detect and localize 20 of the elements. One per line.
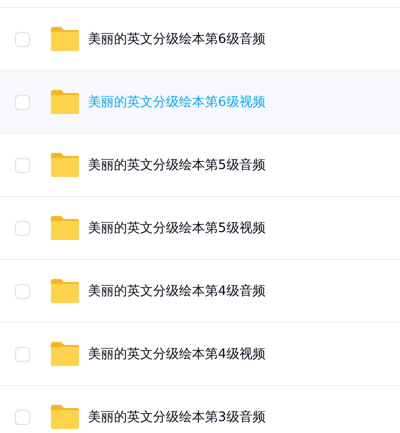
checkbox[interactable] <box>15 32 30 46</box>
folder-name[interactable]: 美丽的英文分级绘本第4级视频 <box>88 345 266 363</box>
folder-name[interactable]: 美丽的英文分级绘本第5级音频 <box>88 156 266 174</box>
folder-icon <box>50 26 80 52</box>
checkbox[interactable] <box>15 346 30 362</box>
folder-name[interactable]: 美丽的英文分级绘本第4级音频 <box>88 282 266 300</box>
folder-name[interactable]: 美丽的英文分级绘本第3级音频 <box>88 408 266 426</box>
folder-icon <box>50 404 80 430</box>
checkbox[interactable] <box>15 410 30 424</box>
checkbox[interactable] <box>15 284 30 298</box>
folder-icon <box>50 89 80 115</box>
checkbox[interactable] <box>15 158 30 172</box>
folder-name[interactable]: 美丽的英文分级绘本第5级视频 <box>88 219 266 237</box>
folder-icon <box>50 215 80 241</box>
folder-icon <box>50 341 80 367</box>
folder-icon <box>50 278 80 304</box>
checkbox[interactable] <box>15 220 30 236</box>
checkbox[interactable] <box>15 94 30 110</box>
folder-icon <box>50 152 80 178</box>
folder-name[interactable]: 美丽的英文分级绘本第6级音频 <box>88 30 266 48</box>
